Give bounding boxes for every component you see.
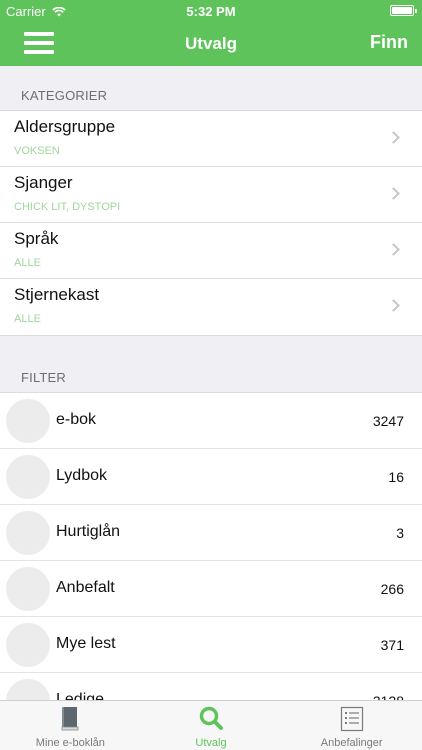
filter-row-e-bok[interactable]: e-bok 3247 [0, 393, 422, 449]
categories-header: KATEGORIER [21, 88, 108, 103]
filter-row-lydbok[interactable]: Lydbok 16 [0, 449, 422, 505]
page-title: Utvalg [185, 34, 237, 53]
filter-label: Anbefalt [56, 579, 115, 596]
category-label: Aldersgruppe [14, 117, 116, 136]
category-value: ALLE [14, 313, 41, 325]
filter-header: FILTER [21, 370, 67, 385]
list-icon [340, 706, 363, 732]
content-scroll[interactable]: KATEGORIER Aldersgruppe VOKSEN Sjanger C… [0, 66, 422, 700]
battery-icon [390, 5, 417, 16]
filter-count: 266 [380, 581, 404, 597]
filter-count: 3247 [372, 413, 404, 429]
filter-label: e-bok [56, 411, 97, 428]
checkbox-circle-icon[interactable] [6, 399, 50, 443]
filter-label: Lydbok [56, 467, 107, 484]
filter-row-ledige[interactable]: Ledige 3128 [0, 673, 422, 700]
filter-row-mye-lest[interactable]: Mye lest 371 [0, 617, 422, 673]
search-icon [199, 706, 223, 730]
category-row-aldersgruppe[interactable]: Aldersgruppe VOKSEN [0, 111, 422, 167]
tab-anbefalinger[interactable]: Anbefalinger [281, 701, 422, 750]
filter-list: e-bok 3247 Lydbok 16 Hurtiglån 3 Anbefal… [0, 392, 422, 700]
tab-mine-e-boklan[interactable]: Mine e-boklån [0, 701, 141, 750]
chevron-right-icon [387, 243, 400, 256]
category-label: Sjanger [14, 173, 73, 192]
tab-label: Utvalg [195, 737, 227, 749]
category-value: ALLE [14, 257, 41, 269]
tab-label: Mine e-boklån [35, 737, 105, 749]
status-bar: Carrier 5:32 PM [0, 0, 422, 22]
book-icon [61, 707, 79, 731]
filter-count: 371 [380, 637, 404, 653]
checkbox-circle-icon[interactable] [6, 679, 50, 700]
filter-label: Mye lest [56, 635, 116, 652]
chevron-right-icon [387, 131, 400, 144]
filter-row-hurtiglan[interactable]: Hurtiglån 3 [0, 505, 422, 561]
category-row-stjernekast[interactable]: Stjernekast ALLE [0, 279, 422, 335]
checkbox-circle-icon[interactable] [6, 455, 50, 499]
category-label: Stjernekast [14, 285, 100, 304]
category-row-sjanger[interactable]: Sjanger CHICK LIT, DYSTOPI [0, 167, 422, 223]
tab-label: Anbefalinger [320, 737, 383, 749]
tab-utvalg[interactable]: Utvalg [141, 701, 282, 750]
checkbox-circle-icon[interactable] [6, 567, 50, 611]
filter-label: Ledige [56, 691, 105, 700]
checkbox-circle-icon[interactable] [6, 623, 50, 667]
categories-list: Aldersgruppe VOKSEN Sjanger CHICK LIT, D… [0, 110, 422, 336]
filter-row-anbefalt[interactable]: Anbefalt 266 [0, 561, 422, 617]
filter-count: 16 [388, 469, 404, 485]
category-label: Språk [14, 229, 59, 248]
status-time: 5:32 PM [186, 4, 236, 19]
chevron-right-icon [387, 299, 400, 312]
filter-count: 3 [396, 525, 404, 541]
filter-count: 3128 [373, 693, 404, 700]
category-value: CHICK LIT, DYSTOPI [14, 201, 121, 213]
navigation-bar: Utvalg Finn [0, 22, 422, 66]
checkbox-circle-icon[interactable] [6, 511, 50, 555]
finn-button[interactable]: Finn [370, 32, 408, 53]
tab-bar: Mine e-boklån Utvalg Anbefalinger [0, 700, 422, 750]
filter-label: Hurtiglån [56, 523, 121, 540]
category-value: VOKSEN [14, 145, 60, 157]
chevron-right-icon [387, 187, 400, 200]
category-row-sprak[interactable]: Språk ALLE [0, 223, 422, 279]
